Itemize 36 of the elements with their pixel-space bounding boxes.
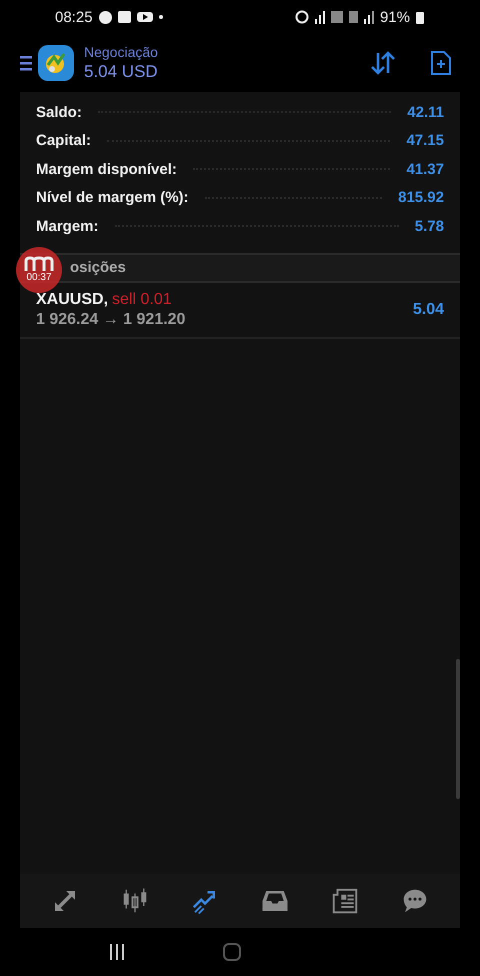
clock-time: 08:25 — [55, 8, 93, 26]
dot-icon — [158, 15, 163, 19]
video-icon — [136, 12, 153, 22]
account-balance: 5.04 USD — [84, 62, 158, 82]
summary-label: Margem disponível: — [36, 160, 177, 178]
summary-value: 41.37 — [406, 160, 444, 178]
sort-icon[interactable] — [370, 51, 396, 75]
recorder-bubble[interactable]: 00:37 — [16, 246, 62, 292]
summary-value: 5.78 — [414, 218, 444, 235]
new-document-icon[interactable] — [430, 50, 452, 76]
position-prices: 1 926.24 → 1 921.20 — [36, 310, 186, 328]
summary-label: Margem: — [36, 218, 99, 235]
section-title: osições — [70, 259, 126, 276]
battery-percent: 91% — [380, 8, 410, 26]
alarm-icon — [294, 10, 309, 24]
summary-value: 47.15 — [406, 132, 444, 150]
battery-icon — [416, 10, 424, 24]
position-side: sell 0.01 — [112, 290, 172, 308]
recording-time: 00:37 — [26, 272, 52, 283]
signal-icon — [364, 10, 374, 24]
home-icon[interactable] — [222, 942, 242, 962]
recorder-logo-icon — [24, 256, 54, 272]
summary-value: 815.92 — [398, 189, 444, 206]
screen-title: Negociação — [84, 44, 158, 60]
summary-label: Nível de margem (%): — [36, 189, 189, 206]
newspaper-icon — [330, 886, 360, 916]
position-profit: 5.04 — [412, 300, 444, 318]
position-symbol: XAUUSD, — [36, 290, 108, 308]
summary-label: Saldo: — [36, 104, 82, 121]
recent-apps-icon[interactable] — [108, 943, 126, 961]
signal-icon — [314, 10, 325, 24]
summary-label: Capital: — [36, 132, 92, 150]
summary-value: 42.11 — [407, 104, 444, 121]
position-row[interactable]: XAUUSD, sell 0.01 1 926.24 → 1 921.20 5.04 — [20, 282, 460, 338]
app-logo-icon — [38, 45, 74, 81]
menu-icon[interactable] — [20, 55, 32, 71]
